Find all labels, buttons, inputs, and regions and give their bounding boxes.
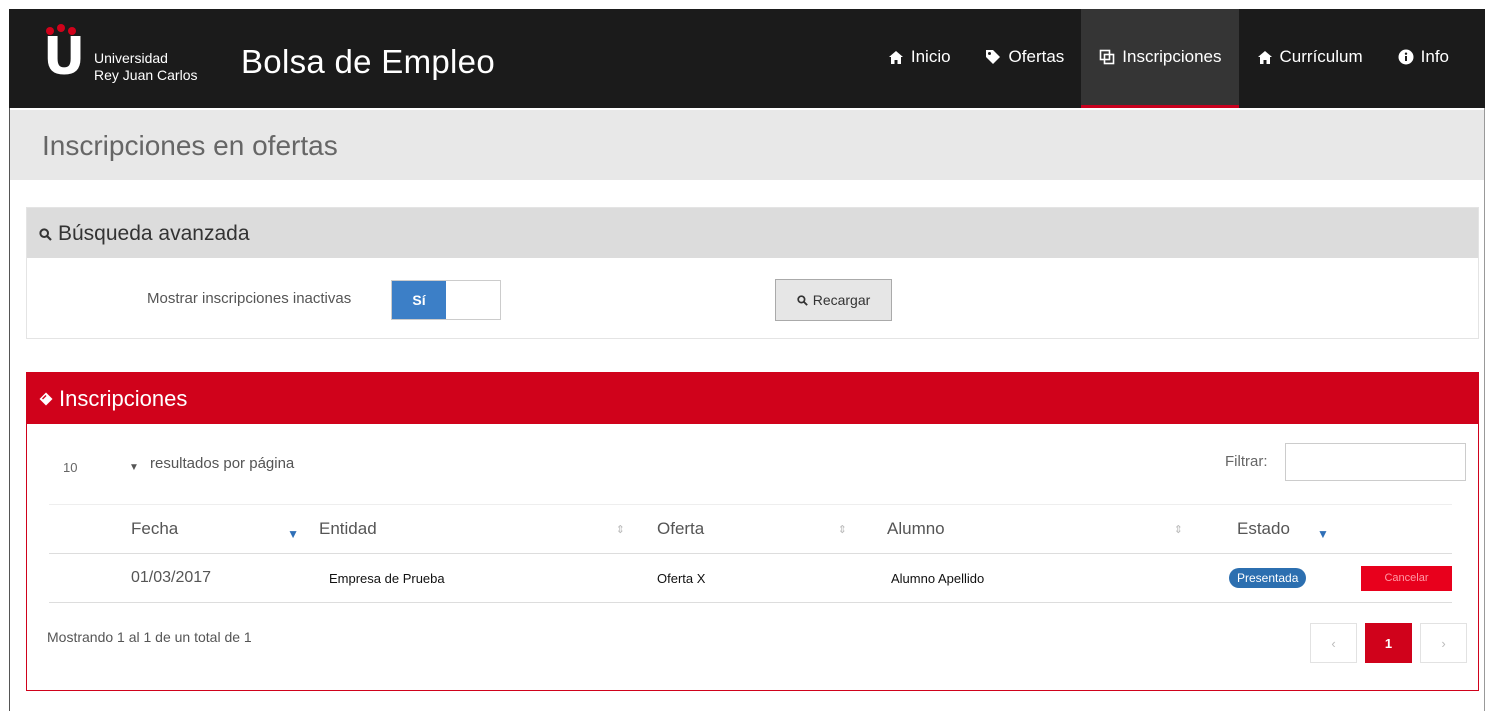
- tag-icon: [39, 392, 53, 406]
- column-label: Alumno: [887, 519, 945, 538]
- column-header-oferta[interactable]: Oferta ⇕: [639, 504, 861, 554]
- column-header-fecha[interactable]: Fecha ▼: [49, 504, 299, 554]
- top-navbar: U Universidad Rey Juan Carlos Bolsa de E…: [9, 9, 1485, 108]
- cell-entidad: Empresa de Prueba: [299, 553, 639, 603]
- page-size-value: 10: [63, 459, 78, 475]
- filter-label: Filtrar:: [1225, 453, 1268, 470]
- toggle-off-area: [446, 281, 500, 319]
- cell-oferta: Oferta X: [639, 553, 861, 603]
- page-title: Inscripciones en ofertas: [42, 130, 338, 161]
- column-header-entidad[interactable]: Entidad ⇕: [299, 504, 639, 554]
- search-icon: [797, 294, 808, 306]
- main-nav: Inicio Ofertas Inscripciones Currículum …: [870, 9, 1485, 108]
- status-badge: Presentada: [1229, 568, 1307, 588]
- nav-item-info[interactable]: Info: [1380, 9, 1485, 108]
- home-icon: [887, 48, 905, 66]
- urjc-logo[interactable]: U: [43, 24, 86, 87]
- page-header: Inscripciones en ofertas: [10, 110, 1484, 180]
- university-line1: Universidad: [94, 50, 168, 66]
- inactive-toggle-label: Mostrar inscripciones inactivas: [147, 290, 352, 307]
- page-size-select[interactable]: 10 ▼: [47, 450, 147, 484]
- copy-icon: [1098, 48, 1116, 66]
- inscripciones-panel: Inscripciones 10 ▼ resultados por página…: [26, 372, 1479, 691]
- cancel-button[interactable]: Cancelar: [1361, 566, 1452, 591]
- sort-desc-icon: ▼: [287, 527, 299, 541]
- column-header-estado[interactable]: Estado ▼: [1197, 504, 1452, 554]
- column-label: Fecha: [131, 519, 179, 538]
- reload-button[interactable]: Recargar: [775, 279, 892, 321]
- inscripciones-title: Inscripciones: [59, 386, 188, 411]
- tag-icon: [985, 48, 1003, 66]
- filter-input[interactable]: [1285, 443, 1466, 481]
- cell-estado: Presentada Cancelar: [1197, 553, 1452, 603]
- pagination-page-1[interactable]: 1: [1365, 623, 1412, 663]
- nav-label: Currículum: [1279, 47, 1363, 66]
- cell-alumno: Alumno Apellido: [861, 553, 1197, 603]
- info-circle-icon: [1397, 48, 1415, 66]
- reload-label: Recargar: [812, 292, 871, 308]
- sort-icon: ⇕: [1173, 524, 1183, 536]
- results-summary: Mostrando 1 al 1 de un total de 1: [47, 629, 252, 645]
- column-header-alumno[interactable]: Alumno ⇕: [861, 504, 1197, 554]
- university-name: Universidad Rey Juan Carlos: [94, 50, 198, 84]
- column-label: Oferta: [657, 519, 705, 538]
- per-page-label: resultados por página: [150, 455, 295, 472]
- nav-item-ofertas[interactable]: Ofertas: [968, 9, 1082, 108]
- table-row[interactable]: 01/03/2017 Empresa de Prueba Oferta X Al…: [49, 553, 1452, 603]
- advanced-search-panel: Búsqueda avanzada Mostrar inscripciones …: [26, 207, 1479, 339]
- pagination: ‹ 1 ›: [1310, 623, 1467, 663]
- nav-item-inscripciones[interactable]: Inscripciones: [1081, 9, 1239, 108]
- nav-item-inicio[interactable]: Inicio: [870, 9, 968, 108]
- sort-desc-icon: ▼: [1317, 527, 1329, 541]
- home-icon: [1256, 48, 1274, 66]
- inscripciones-table: Fecha ▼ Entidad ⇕ Oferta ⇕ Alumno ⇕ Esta…: [49, 504, 1452, 603]
- pagination-prev-button[interactable]: ‹: [1310, 623, 1357, 663]
- pagination-next-button[interactable]: ›: [1420, 623, 1467, 663]
- nav-label: Ofertas: [1008, 47, 1065, 66]
- table-header-row: Fecha ▼ Entidad ⇕ Oferta ⇕ Alumno ⇕ Esta…: [49, 504, 1452, 554]
- column-label: Entidad: [319, 519, 377, 538]
- nav-label: Info: [1420, 47, 1449, 66]
- cell-fecha: 01/03/2017: [49, 553, 299, 603]
- inscripciones-header: Inscripciones: [27, 373, 1478, 424]
- sort-icon: ⇕: [837, 524, 847, 536]
- nav-item-curriculum[interactable]: Currículum: [1239, 9, 1380, 108]
- inactive-toggle[interactable]: Sí: [391, 280, 501, 320]
- nav-label: Inicio: [910, 47, 951, 66]
- advanced-search-title: Búsqueda avanzada: [58, 222, 250, 245]
- sort-icon: ⇕: [615, 524, 625, 536]
- advanced-search-header[interactable]: Búsqueda avanzada: [27, 208, 1478, 258]
- toggle-on-label: Sí: [392, 281, 446, 319]
- search-icon: [39, 227, 52, 241]
- logo-u-glyph: U: [43, 27, 86, 87]
- university-line2: Rey Juan Carlos: [94, 67, 198, 83]
- brand-title[interactable]: Bolsa de Empleo: [241, 43, 495, 81]
- caret-down-icon: ▼: [129, 461, 139, 473]
- nav-label: Inscripciones: [1122, 47, 1222, 66]
- column-label: Estado: [1237, 519, 1290, 538]
